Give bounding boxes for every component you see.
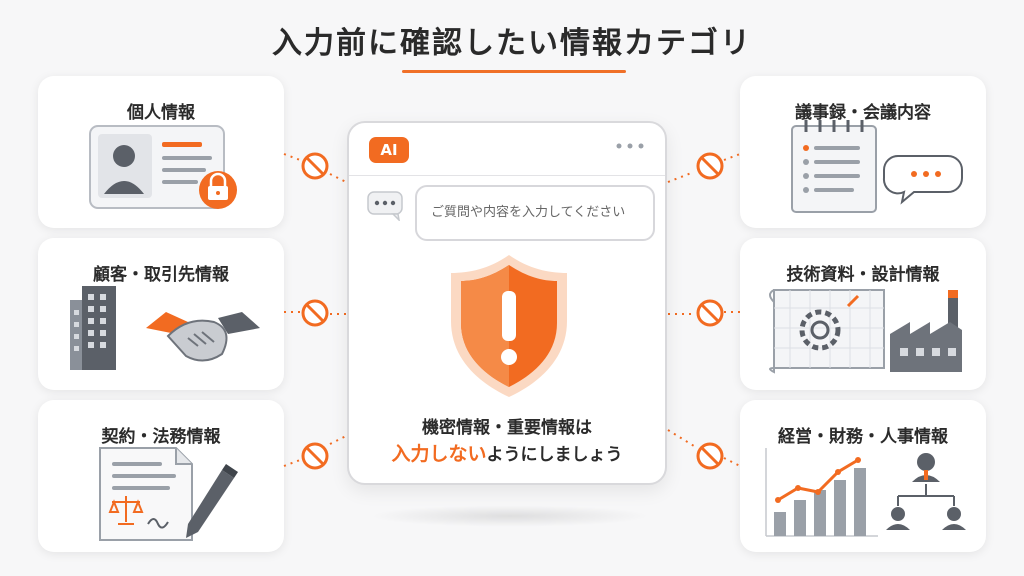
ai-badge: AI xyxy=(369,137,409,163)
prohibit-icon xyxy=(301,299,329,327)
chat-bubble-icon xyxy=(367,191,403,221)
prohibit-icon xyxy=(301,442,329,470)
prohibit-icon xyxy=(696,442,724,470)
panel-divider xyxy=(349,175,665,176)
warning-text-line2: 入力しないようにしましょう xyxy=(349,439,665,466)
warning-accent-text: 入力しない xyxy=(391,443,487,465)
warning-text-line1: 機密情報・重要情報は xyxy=(422,418,592,438)
prohibit-icon xyxy=(696,299,724,327)
more-dots-icon[interactable] xyxy=(615,141,645,151)
warning-rest-text: ようにしましょう xyxy=(486,445,623,465)
panel-shadow xyxy=(370,505,650,527)
warning-shield-icon xyxy=(451,255,567,397)
ai-chat-panel: AI ご質問や内容を入力してください 機密情報・重要情報は 入力しないようにしま… xyxy=(347,121,667,485)
prohibit-icon xyxy=(301,152,329,180)
prompt-input[interactable]: ご質問や内容を入力してください xyxy=(415,185,655,241)
prohibit-icon xyxy=(696,152,724,180)
